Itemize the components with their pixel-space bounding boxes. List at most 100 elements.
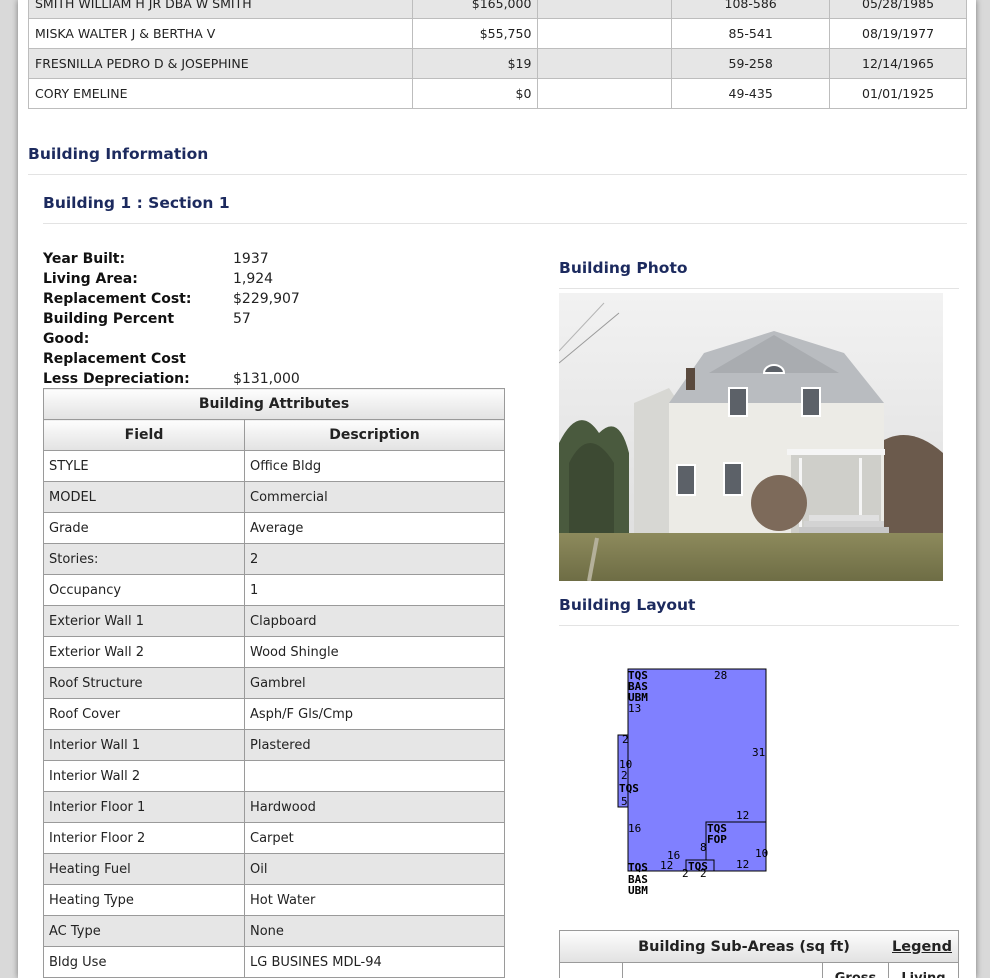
field-cell: Interior Wall 2 [43, 760, 245, 792]
living-area-label: Living Area: [43, 271, 138, 287]
field-cell: Heating Fuel [43, 853, 245, 885]
building-sketch[interactable]: TQS BAS UBM 28 13 2 31 10 2 TQS 5 12 16 … [610, 662, 780, 902]
summary-row: Building Percent Good: 57 [43, 309, 343, 349]
rcld-label: Replacement Cost Less Depreciation: [43, 349, 233, 389]
living-area-value: 1,924 [233, 271, 274, 287]
owner-cell: CORY EMELINE [28, 78, 413, 109]
description-cell: Average [244, 512, 505, 544]
certificate-cell [537, 48, 673, 79]
gross-column-header: Gross [822, 963, 888, 978]
table-row: Interior Floor 2 Carpet [43, 822, 505, 854]
summary-row: Replacement Cost Less Depreciation: $131… [43, 349, 343, 389]
year-built-value: 1937 [233, 251, 269, 267]
sketch-dimension: 10 [755, 847, 768, 860]
sketch-dimension: 2 [622, 733, 629, 746]
table-row: CORY EMELINE $0 49-435 01/01/1925 [28, 78, 967, 109]
building-photo-heading: Building Photo [559, 259, 688, 277]
field-column-header: Field [43, 419, 245, 451]
field-cell: Interior Floor 1 [43, 791, 245, 823]
sale-date-cell: 08/19/1977 [829, 18, 967, 49]
table-row: MODEL Commercial [43, 481, 505, 513]
year-built-label: Year Built: [43, 251, 126, 267]
subareas-title: Building Sub-Areas (sq ft) [638, 938, 850, 955]
sketch-dimension: 5 [621, 795, 628, 808]
field-cell: Heating Type [43, 884, 245, 916]
owner-cell: SMITH WILLIAM H JR DBA W SMITH [28, 0, 413, 19]
table-row: AC Type None [43, 915, 505, 947]
certificate-cell [537, 18, 673, 49]
owner-cell: MISKA WALTER J & BERTHA V [28, 18, 413, 49]
sale-price-cell: $19 [411, 48, 539, 79]
legend-link[interactable]: Legend [892, 939, 952, 955]
field-cell: Interior Wall 1 [43, 729, 245, 761]
floor-plan-drawing: TQS BAS UBM 28 13 2 31 10 2 TQS 5 12 16 … [617, 668, 768, 897]
sale-price-cell: $55,750 [411, 18, 539, 49]
percent-good-label-line2: Good: [43, 331, 90, 347]
table-row: SMITH WILLIAM H JR DBA W SMITH $165,000 … [28, 0, 967, 19]
table-row: Stories: 2 [43, 543, 505, 575]
rcld-value: $131,000 [233, 371, 300, 387]
sketch-dimension: 2 [682, 867, 689, 880]
description-cell: Asph/F Gls/Cmp [244, 698, 505, 730]
field-cell: Interior Floor 2 [43, 822, 245, 854]
field-cell: Exterior Wall 2 [43, 636, 245, 668]
table-row: Interior Wall 2 [43, 760, 505, 792]
building-info-heading: Building Information [28, 145, 209, 163]
table-row: Occupancy 1 [43, 574, 505, 606]
book-page-cell: 108-586 [671, 0, 831, 19]
field-cell: STYLE [43, 450, 245, 482]
summary-row: Year Built: 1937 [43, 249, 343, 269]
building-layout-heading: Building Layout [559, 596, 696, 614]
description-cell: Clapboard [244, 605, 505, 637]
replacement-cost-value: $229,907 [233, 291, 300, 307]
table-row: Exterior Wall 2 Wood Shingle [43, 636, 505, 668]
percent-good-label-line1: Building Percent [43, 311, 175, 327]
sketch-dimension: 12 [660, 859, 673, 872]
description-cell: Hardwood [244, 791, 505, 823]
description-cell: LG BUSINES MDL-94 [244, 946, 505, 978]
divider [43, 223, 967, 224]
sketch-dimension: 12 [736, 809, 749, 822]
book-page-cell: 85-541 [671, 18, 831, 49]
description-cell: Commercial [244, 481, 505, 513]
rcld-label-line2: Less Depreciation: [43, 371, 190, 387]
description-cell: 2 [244, 543, 505, 575]
description-cell: Oil [244, 853, 505, 885]
field-cell: Exterior Wall 1 [43, 605, 245, 637]
table-row: MISKA WALTER J & BERTHA V $55,750 85-541… [28, 18, 967, 49]
divider [559, 288, 959, 289]
sketch-dimension: 12 [736, 858, 749, 871]
rcld-label-line1: Replacement Cost [43, 351, 186, 367]
table-row: Roof Structure Gambrel [43, 667, 505, 699]
subareas-column-headers: Gross Living [560, 963, 958, 978]
field-cell: Occupancy [43, 574, 245, 606]
description-column-header: Description [244, 419, 505, 451]
divider [28, 174, 967, 175]
description-cell: Hot Water [244, 884, 505, 916]
description-cell [244, 760, 505, 792]
table-row: Heating Type Hot Water [43, 884, 505, 916]
table-row: Exterior Wall 1 Clapboard [43, 605, 505, 637]
ownership-table: SMITH WILLIAM H JR DBA W SMITH $165,000 … [28, 0, 967, 109]
description-cell: None [244, 915, 505, 947]
sketch-label: TQS [619, 782, 639, 795]
table-row: Heating Fuel Oil [43, 853, 505, 885]
book-page-cell: 59-258 [671, 48, 831, 79]
summary-row: Replacement Cost: $229,907 [43, 289, 343, 309]
sale-date-cell: 01/01/1925 [829, 78, 967, 109]
field-cell: Roof Structure [43, 667, 245, 699]
sketch-dimension: 31 [752, 746, 765, 759]
table-row: Roof Cover Asph/F Gls/Cmp [43, 698, 505, 730]
sketch-dimension: 13 [628, 702, 641, 715]
sketch-dimension: 2 [621, 769, 628, 782]
replacement-cost-label: Replacement Cost: [43, 291, 192, 307]
description-column-header [622, 963, 822, 978]
description-cell: Gambrel [244, 667, 505, 699]
table-row: STYLE Office Bldg [43, 450, 505, 482]
owner-cell: FRESNILLA PEDRO D & JOSEPHINE [28, 48, 413, 79]
house-photo-image [559, 293, 943, 581]
subareas-header: Building Sub-Areas (sq ft) Legend [560, 931, 958, 963]
description-cell: Office Bldg [244, 450, 505, 482]
building-attributes-table: Building Attributes Field Description ST… [43, 388, 505, 978]
building-photo[interactable] [559, 293, 943, 581]
